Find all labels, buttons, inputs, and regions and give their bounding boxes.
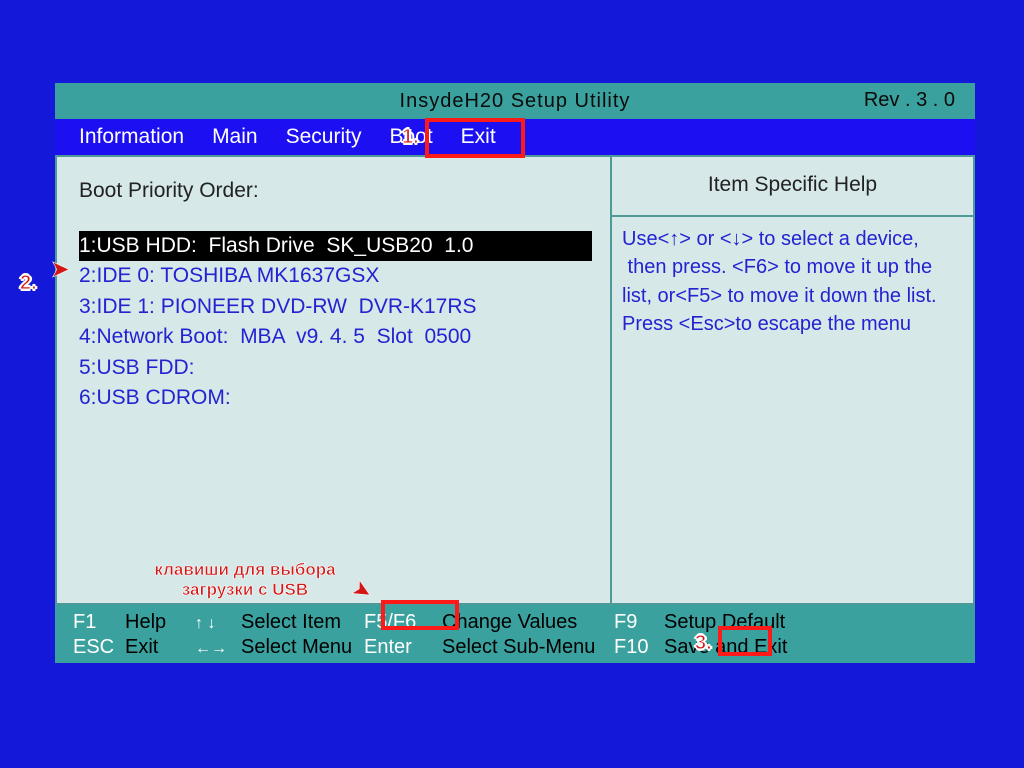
menu-exit[interactable]: Exit [461,125,496,149]
help-heading: Item Specific Help [612,157,973,217]
menu-security[interactable]: Security [286,125,362,149]
bios-revision: Rev . 3 . 0 [864,89,955,112]
annotation-label-2: 2. [20,272,37,295]
help-pane: Item Specific Help Use<↑> or <↓> to sele… [612,157,973,603]
foot-action-save-exit: Save and Exit [664,636,824,659]
annotation-label-1: 1. [402,126,419,149]
foot-key-esc: ESC [73,636,125,659]
foot-action-select-item: Select Item [241,611,364,634]
foot-action-select-submenu: Select Sub-Menu [442,636,614,659]
foot-arrows-updown-icon: ↑ ↓ [195,618,241,630]
boot-list[interactable]: 1:USB HDD: Flash Drive SK_USB20 1.0 2:ID… [79,231,592,414]
footer-bar: F1 Help ↑ ↓ Select Item F5/F6 Change Val… [55,605,975,663]
menu-information[interactable]: Information [79,125,184,149]
boot-row-4[interactable]: 4:Network Boot: MBA v9. 4. 5 Slot 0500 [79,322,592,352]
boot-order-heading: Boot Priority Order: [79,179,592,203]
left-pane: Boot Priority Order: 1:USB HDD: Flash Dr… [57,157,612,603]
foot-key-f1: F1 [73,611,125,634]
foot-action-setup-default: Setup Default [664,611,824,634]
boot-row-6[interactable]: 6:USB CDROM: [79,383,592,413]
bios-title: InsydeH20 Setup Utility [55,90,975,113]
foot-action-help: Help [125,611,195,634]
boot-row-2[interactable]: 2:IDE 0: TOSHIBA MK1637GSX [79,261,592,291]
annotation-arrow-2-icon: ➤ [50,255,70,284]
foot-key-enter: Enter [364,636,442,659]
title-bar: InsydeH20 Setup Utility Rev . 3 . 0 [55,83,975,119]
foot-key-f9: F9 [614,611,664,634]
foot-arrows-leftright-icon: ←→ [195,643,241,655]
annotation-label-3: 3. [695,632,712,655]
foot-key-f5f6: F5/F6 [364,611,442,634]
help-body: Use<↑> or <↓> to select a device, then p… [612,217,973,347]
foot-action-exit: Exit [125,636,195,659]
boot-row-1[interactable]: 1:USB HDD: Flash Drive SK_USB20 1.0 [79,231,592,261]
foot-action-change-values: Change Values [442,611,614,634]
boot-row-3[interactable]: 3:IDE 1: PIONEER DVD-RW DVR-K17RS [79,292,592,322]
boot-row-5[interactable]: 5:USB FDD: [79,353,592,383]
foot-action-select-menu: Select Menu [241,636,364,659]
annotation-caption: клавиши для выборазагрузки с USB [135,560,355,599]
menu-bar[interactable]: Information Main Security Boot Exit [55,119,975,155]
main-area: Boot Priority Order: 1:USB HDD: Flash Dr… [55,155,975,605]
menu-main[interactable]: Main [212,125,258,149]
foot-key-f10: F10 [614,636,664,659]
